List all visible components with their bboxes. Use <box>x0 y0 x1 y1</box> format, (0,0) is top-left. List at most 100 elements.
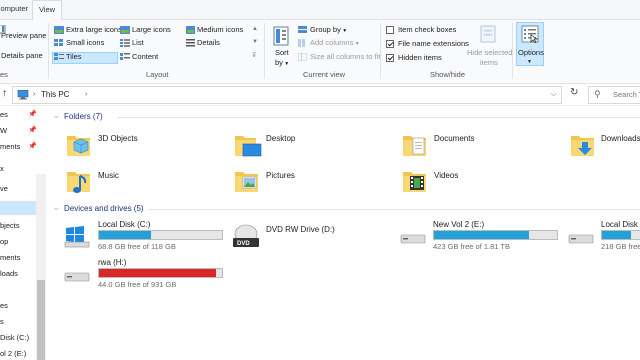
content-icon <box>120 53 130 60</box>
hidden-items-label[interactable]: Hidden items <box>398 53 442 63</box>
layout-small-icons[interactable]: Small icons <box>66 38 104 48</box>
nav-item-9[interactable]: loads <box>0 269 18 278</box>
layout-scroll-up[interactable]: ▲ <box>252 24 258 34</box>
chevron-down-icon: ▼ <box>353 41 360 47</box>
folder-label: Desktop <box>266 134 296 143</box>
address-bar[interactable]: › This PC › ⌵ <box>12 86 562 104</box>
this-pc-icon <box>17 90 29 100</box>
documents-folder-icon <box>403 136 426 156</box>
ribbon-tab-bar: Computer View <box>0 0 640 21</box>
address-history-dropdown[interactable]: ⌵ <box>551 90 556 100</box>
videos-folder-icon <box>403 172 426 192</box>
layout-scroll-down[interactable]: ▼ <box>252 37 258 47</box>
nav-item-1[interactable]: W <box>0 126 7 135</box>
pin-icon[interactable]: 📌 <box>28 110 37 118</box>
layout-list[interactable]: List <box>132 38 144 48</box>
nav-item-2[interactable]: ments <box>0 142 20 151</box>
group-by-label: Group by <box>310 25 341 34</box>
layout-medium-icons[interactable]: Medium icons <box>197 25 243 35</box>
file-name-extensions-label[interactable]: File name extensions <box>398 39 469 49</box>
details-pane-button[interactable]: Details pane <box>1 51 43 61</box>
add-columns-icon <box>298 39 305 47</box>
layout-expand[interactable]: ⊽ <box>252 51 256 61</box>
drive-usage-fill <box>434 231 529 239</box>
nav-item-14[interactable]: ol 2 (E:) <box>0 349 26 358</box>
nav-item-13[interactable]: Disk (C:) <box>0 333 29 342</box>
chevron-right-icon[interactable]: › <box>85 90 87 100</box>
layout-tiles[interactable]: Tiles <box>66 52 82 62</box>
layout-group-label: Layout <box>146 70 169 79</box>
chevron-down-icon[interactable]: ⌵ <box>54 204 59 214</box>
nav-item-12[interactable]: s <box>0 317 4 326</box>
folders-heading[interactable]: Folders (7) <box>64 112 103 121</box>
nav-item-4[interactable]: ve <box>0 184 8 193</box>
3d-objects-folder-icon <box>67 136 90 156</box>
pin-icon[interactable]: 📌 <box>28 126 37 134</box>
hard-drive-icon <box>400 234 426 244</box>
pin-icon[interactable]: 📌 <box>28 142 37 150</box>
nav-item-7[interactable]: op <box>0 237 8 246</box>
sort-by-button[interactable]: Sort <box>275 48 289 58</box>
details-icon <box>186 39 195 47</box>
refresh-icon[interactable]: ↻ <box>570 88 578 98</box>
navigation-pane: es 📌 W 📌 ments 📌 x ve bjects op ments lo… <box>0 106 48 360</box>
desktop-folder-icon <box>235 136 262 157</box>
nav-item-3[interactable]: x <box>0 164 4 173</box>
chevron-down-icon: ▼ <box>527 59 532 65</box>
tab-computer[interactable]: Computer <box>0 4 28 13</box>
nav-item-11[interactable]: es <box>0 301 8 310</box>
layout-large-icons[interactable]: Large icons <box>132 25 171 35</box>
svg-text:DVD: DVD <box>237 241 250 247</box>
sort-by-button-line2[interactable]: by ▼ <box>275 58 289 69</box>
nav-scrollbar-thumb[interactable] <box>37 280 45 360</box>
drive-usage-fill <box>602 231 631 239</box>
drive-label: Local Disk <box>601 220 638 229</box>
section-divider <box>148 209 640 210</box>
ribbon-separator <box>48 23 49 79</box>
item-checkboxes-checkbox[interactable] <box>386 26 394 34</box>
downloads-folder-icon <box>571 136 594 156</box>
hide-selected-button[interactable]: Hide selected <box>467 48 512 58</box>
drive-label: Local Disk (C:) <box>98 220 151 229</box>
address-row: ↑ › This PC › ⌵ ↻ ⚲ Search This PC <box>0 84 640 106</box>
nav-item-6[interactable]: bjects <box>0 221 20 230</box>
drive-label: rwa (H:) <box>98 258 127 267</box>
layout-extra-large-icons[interactable]: Extra large icons <box>66 25 122 35</box>
file-name-extensions-checkbox[interactable] <box>386 40 394 48</box>
drive-usage-bar <box>433 230 558 240</box>
nav-item-8[interactable]: ments <box>0 253 20 262</box>
layout-content[interactable]: Content <box>132 52 158 62</box>
nav-selection-highlight <box>0 201 38 215</box>
hidden-items-checkbox[interactable] <box>386 54 394 62</box>
list-icon <box>120 39 130 47</box>
drive-label: New Vol 2 (E:) <box>433 220 485 229</box>
item-checkboxes-label[interactable]: Item check boxes <box>398 25 456 35</box>
up-arrow-icon[interactable]: ↑ <box>2 89 7 99</box>
chevron-right-icon[interactable]: › <box>33 90 35 100</box>
current-view-group-label: Current view <box>303 70 346 79</box>
tiles-icon <box>54 53 64 60</box>
drive-free-space: 423 GB free of 1.81 TB <box>433 242 510 251</box>
folder-label: Documents <box>434 134 475 143</box>
chevron-down-icon[interactable]: ⌵ <box>54 112 59 122</box>
layout-details[interactable]: Details <box>197 38 220 48</box>
add-columns-button[interactable]: Add columns ▼ <box>310 38 360 49</box>
drive-usage-bar <box>98 268 223 278</box>
group-by-button[interactable]: Group by ▼ <box>310 25 347 36</box>
dvd-drive-icon: DVD <box>233 224 259 247</box>
breadcrumb-this-pc[interactable]: This PC <box>41 90 69 100</box>
ribbon-separator <box>380 23 381 79</box>
search-input[interactable]: ⚲ Search This PC <box>588 86 640 104</box>
drive-label: DVD RW Drive (D:) <box>266 225 335 234</box>
devices-heading[interactable]: Devices and drives (5) <box>64 204 144 213</box>
tab-view[interactable]: View <box>32 0 62 21</box>
drive-usage-fill <box>99 269 216 277</box>
nav-item-0[interactable]: es <box>0 110 8 119</box>
preview-pane-button[interactable]: Preview pane <box>1 31 46 41</box>
drive-free-space: 44.0 GB free of 931 GB <box>98 280 177 289</box>
large-icons-icon <box>120 26 130 34</box>
size-all-columns-button[interactable]: Size all columns to fit <box>310 52 380 62</box>
sort-by-label: by <box>275 58 283 67</box>
section-divider <box>118 117 640 118</box>
hide-selected-button-line2[interactable]: items <box>480 58 498 68</box>
